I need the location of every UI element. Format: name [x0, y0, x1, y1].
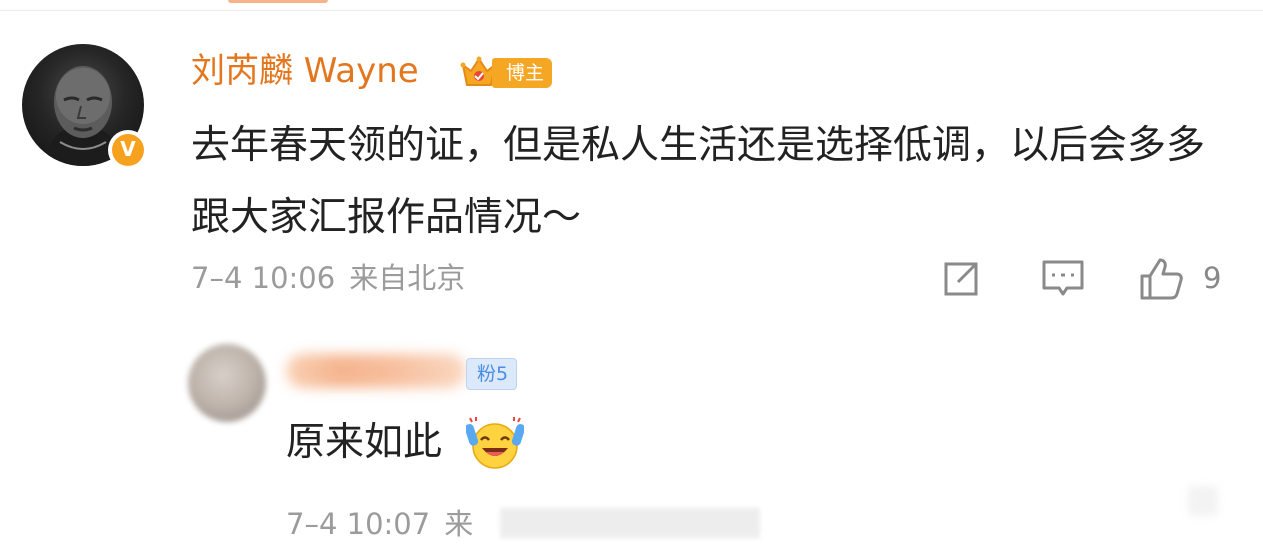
comment-bubble-icon[interactable] [1040, 256, 1086, 302]
reply-timestamp: 7–4 10:07 [286, 507, 431, 541]
comment-meta: 7–4 10:06 来自北京 [191, 258, 465, 298]
username[interactable]: 刘芮麟 Wayne [191, 48, 419, 94]
timestamp: 7–4 10:06 [191, 261, 336, 295]
blogger-badge: 博主 [492, 58, 552, 88]
thumbs-up-icon[interactable] [1138, 256, 1184, 302]
location-source: 来自北京 [349, 261, 466, 295]
fan-level-badge: 粉5 [466, 358, 518, 390]
laughing-crying-emoji [466, 417, 524, 469]
redacted-location [500, 508, 760, 538]
reply-text: 原来如此 [286, 420, 443, 465]
top-tab-indicator [228, 0, 328, 3]
like-count: 9 [1203, 261, 1222, 295]
reply-username-redacted[interactable] [286, 354, 466, 388]
verified-icon: V [112, 134, 144, 166]
blurred-corner-icon [1188, 486, 1218, 516]
share-edit-icon[interactable] [938, 256, 984, 302]
reply-location-source: 来 [444, 507, 474, 541]
reply-meta: 7–4 10:07 来 [286, 504, 473, 544]
reply-avatar[interactable] [188, 344, 266, 422]
top-divider [0, 10, 1263, 11]
comment-text: 去年春天领的证，但是私人生活还是选择低调，以后会多多跟大家汇报作品情况～ [191, 123, 1206, 240]
verified-badge: V [108, 130, 148, 170]
